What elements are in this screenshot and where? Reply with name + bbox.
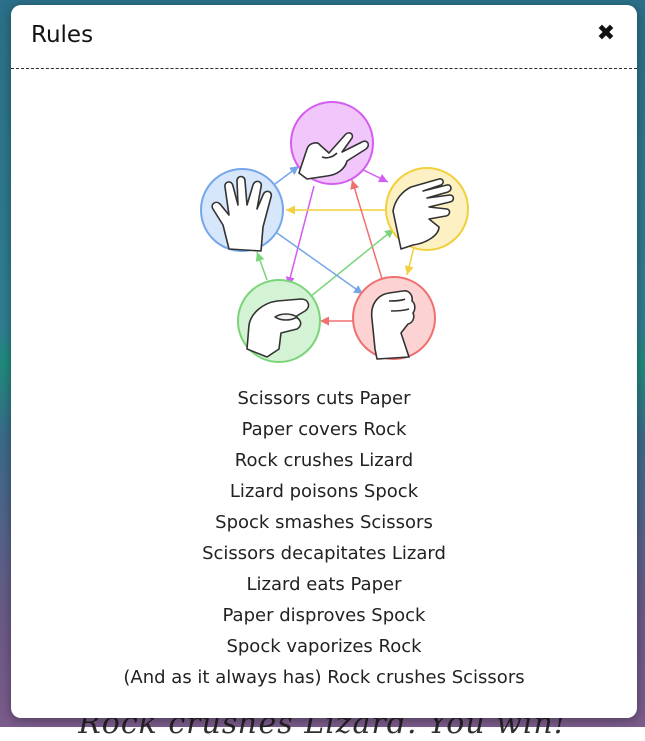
arrow-scissors-lizard <box>285 185 315 287</box>
rule-item: Scissors cuts Paper <box>237 388 411 409</box>
rules-diagram <box>200 101 469 363</box>
scissors-gesture <box>290 101 374 185</box>
rule-item: Paper covers Rock <box>241 419 407 440</box>
rule-item: Spock vaporizes Rock <box>226 636 422 657</box>
arrow-rock-scissors <box>350 179 384 283</box>
paper-gesture <box>385 167 469 251</box>
rule-item: (And as it always has) Rock crushes Scis… <box>123 667 525 688</box>
modal-title: Rules <box>31 22 94 48</box>
rule-item: Scissors decapitates Lizard <box>202 543 446 564</box>
rule-item: Paper disproves Spock <box>222 605 426 626</box>
rule-item: Rock crushes Lizard <box>234 450 414 471</box>
rule-item: Lizard poisons Spock <box>229 481 419 502</box>
rule-item: Spock smashes Scissors <box>215 512 433 533</box>
rules-modal: Rules ✖ Scissors cuts Paper Paper covers… <box>11 5 637 718</box>
modal-header: Rules ✖ <box>11 5 637 69</box>
arrow-spock-scissors <box>274 165 300 185</box>
rock-gesture <box>352 276 436 360</box>
spock-gesture <box>200 168 284 252</box>
close-icon: ✖ <box>596 21 616 46</box>
rule-item: Lizard eats Paper <box>246 574 402 595</box>
close-button[interactable]: ✖ <box>593 21 619 47</box>
arrow-lizard-spock <box>255 251 268 281</box>
arrow-paper-rock <box>404 246 415 276</box>
rules-list: Scissors cuts Paper Paper covers Rock Ro… <box>11 386 637 696</box>
lizard-gesture <box>237 279 321 363</box>
